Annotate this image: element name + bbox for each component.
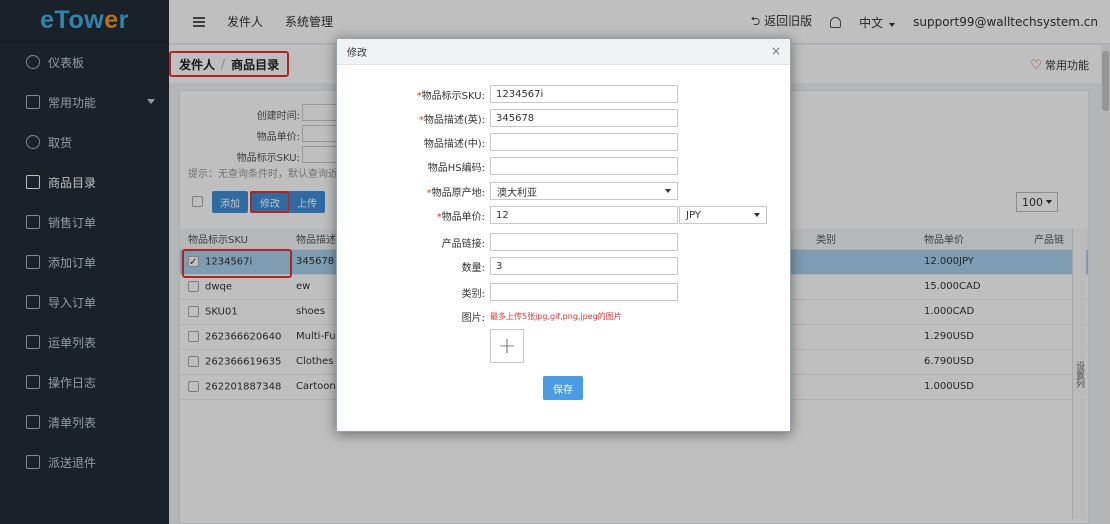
- hs-code-field[interactable]: [490, 157, 678, 175]
- currency-value: JPY: [686, 209, 701, 221]
- field-sku-label: *物品标示SKU:: [416, 91, 485, 102]
- field-desc-cn-label: 物品描述(中):: [423, 139, 485, 150]
- currency-select[interactable]: JPY: [679, 206, 767, 224]
- field-desc-en-label: *物品描述(英):: [418, 115, 485, 126]
- field-price-label: *物品单价:: [436, 212, 485, 223]
- add-image-button[interactable]: +: [490, 329, 524, 363]
- dialog-title: 修改: [347, 48, 367, 59]
- save-button[interactable]: 保存: [543, 376, 583, 400]
- product-link-field[interactable]: [490, 233, 678, 251]
- field-hs-code-label: 物品HS编码:: [427, 163, 485, 174]
- field-origin-label-text: 物品原产地:: [431, 188, 485, 199]
- origin-select[interactable]: 澳大利亚: [490, 182, 678, 200]
- field-desc-en-label-text: 物品描述(英):: [423, 115, 485, 126]
- field-image-label: 图片:: [461, 313, 485, 324]
- plus-icon: +: [497, 333, 517, 359]
- origin-value: 澳大利亚: [497, 187, 537, 199]
- quantity-field[interactable]: 3: [490, 257, 678, 275]
- field-origin-label: *物品原产地:: [426, 188, 485, 199]
- edit-product-dialog: 修改 × *物品标示SKU: 1234567i *物品描述(英): 345678…: [336, 38, 791, 432]
- dialog-header: 修改 ×: [337, 39, 790, 65]
- sku-field[interactable]: 1234567i: [490, 85, 678, 103]
- price-field[interactable]: 12: [490, 206, 678, 224]
- category-field[interactable]: [490, 283, 678, 301]
- desc-cn-field[interactable]: [490, 133, 678, 151]
- field-quantity-label: 数量:: [461, 263, 485, 274]
- field-price-label-text: 物品单价:: [441, 212, 485, 223]
- close-icon[interactable]: ×: [771, 44, 781, 58]
- chevron-down-icon: [754, 213, 760, 217]
- desc-en-field[interactable]: 345678: [490, 109, 678, 127]
- field-sku-label-text: 物品标示SKU:: [421, 91, 485, 102]
- field-category-label: 类别:: [461, 289, 485, 300]
- image-upload-note: 最多上传5张jpg,gif,png,jpeg的图片: [490, 312, 622, 321]
- chevron-down-icon: [665, 189, 671, 193]
- field-link-label: 产品链接:: [441, 239, 485, 250]
